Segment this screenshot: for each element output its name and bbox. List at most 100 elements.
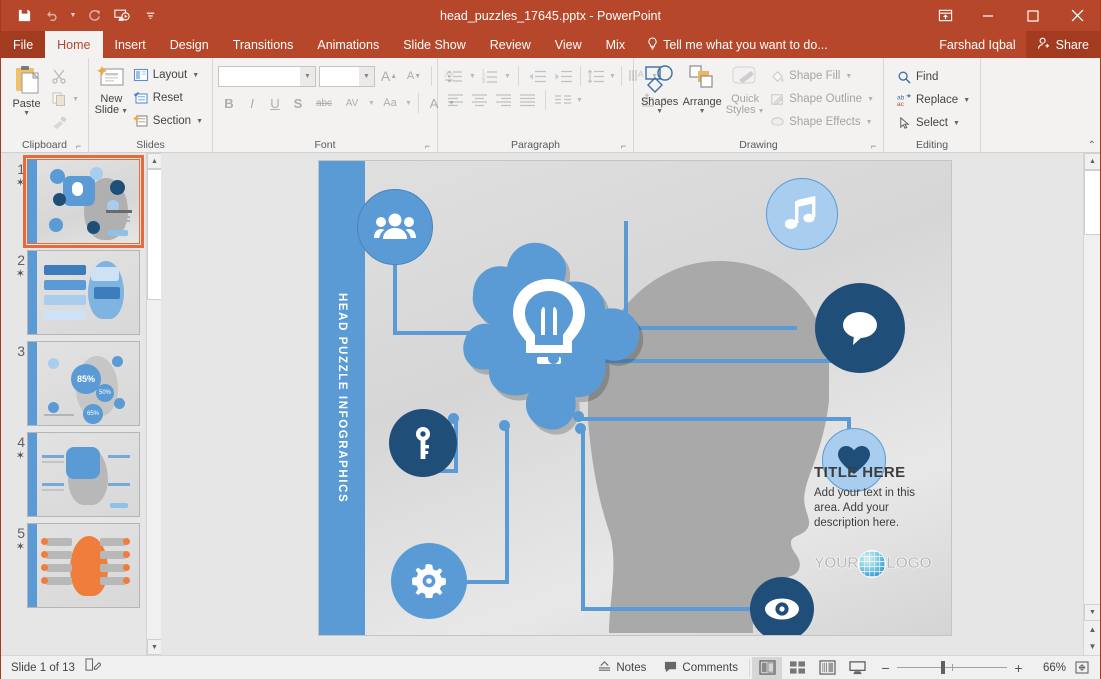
section-dropdown-icon[interactable]: ▼ bbox=[196, 118, 203, 125]
format-painter-button[interactable] bbox=[47, 111, 83, 133]
thumbnail-slide-2[interactable] bbox=[27, 250, 140, 335]
normal-view-button[interactable] bbox=[752, 657, 782, 679]
italic-button[interactable]: I bbox=[241, 92, 263, 114]
undo-dropdown-icon[interactable]: ▼ bbox=[67, 4, 79, 28]
decrease-indent-button[interactable] bbox=[524, 65, 550, 87]
redo-icon[interactable] bbox=[81, 4, 107, 28]
tab-view[interactable]: View bbox=[543, 31, 594, 58]
music-icon-node[interactable] bbox=[766, 178, 838, 250]
list-item[interactable]: 1 ✶ bbox=[1, 153, 161, 244]
minimize-button[interactable] bbox=[965, 0, 1010, 31]
find-button[interactable]: Find bbox=[893, 66, 974, 88]
heart-icon-node[interactable] bbox=[822, 428, 886, 492]
user-name[interactable]: Farshad Iqbal bbox=[929, 38, 1025, 52]
thumbnail-scrollbar[interactable]: ▲ ▼ bbox=[146, 153, 161, 655]
scrollbar-thumb[interactable] bbox=[1084, 170, 1100, 235]
cut-button[interactable] bbox=[47, 65, 83, 87]
animation-star-icon[interactable]: ✶ bbox=[7, 541, 25, 554]
zoom-slider-handle[interactable] bbox=[941, 661, 945, 674]
animation-star-icon[interactable]: ✶ bbox=[7, 177, 25, 190]
line-spacing-button[interactable] bbox=[585, 65, 607, 87]
reading-view-button[interactable] bbox=[812, 657, 842, 679]
text-shadow-button[interactable]: S bbox=[287, 92, 309, 114]
scroll-up-button[interactable]: ▲ bbox=[1084, 153, 1100, 170]
quick-styles-button[interactable]: Quick Styles ▼ bbox=[724, 62, 766, 116]
thumbnail-scroll-down-button[interactable]: ▼ bbox=[147, 639, 161, 655]
shape-effects-button[interactable]: Shape Effects ▼ bbox=[766, 111, 878, 133]
numbering-dropdown-icon[interactable]: ▼ bbox=[502, 65, 513, 87]
align-left-button[interactable] bbox=[443, 89, 467, 111]
tab-review[interactable]: Review bbox=[478, 31, 543, 58]
slide-description-text[interactable]: Add your text in this area. Add your des… bbox=[814, 486, 939, 531]
layout-button[interactable]: Layout ▼ bbox=[129, 64, 207, 86]
tab-animations[interactable]: Animations bbox=[305, 31, 391, 58]
previous-slide-button[interactable]: ▲ bbox=[1084, 621, 1100, 638]
arrange-button[interactable]: Arrange ▼ bbox=[680, 62, 724, 116]
list-item[interactable]: 5 ✶ bbox=[1, 517, 161, 608]
eye-icon-node[interactable] bbox=[750, 577, 814, 635]
thumbnail-slide-3[interactable]: 85% 50% 65% bbox=[27, 341, 140, 426]
shape-fill-dropdown-icon[interactable]: ▼ bbox=[845, 73, 852, 80]
key-icon-node[interactable] bbox=[389, 409, 457, 477]
replace-button[interactable]: abac Replace ▼ bbox=[893, 89, 974, 111]
new-slide-button[interactable]: New Slide ▼ bbox=[94, 62, 129, 116]
shapes-button[interactable]: Shapes ▼ bbox=[639, 62, 680, 116]
bold-button[interactable]: B bbox=[218, 92, 240, 114]
start-presentation-icon[interactable] bbox=[109, 4, 135, 28]
select-dropdown-icon[interactable]: ▼ bbox=[953, 120, 960, 127]
animation-star-icon[interactable]: ✶ bbox=[7, 450, 25, 463]
zoom-level-label[interactable]: 66% bbox=[1032, 662, 1066, 674]
strikethrough-button[interactable]: abc bbox=[310, 92, 338, 114]
arrange-dropdown-icon[interactable]: ▼ bbox=[699, 108, 706, 116]
canvas-scrollbar[interactable]: ▲ ▼ ▲ ▼ bbox=[1083, 153, 1100, 655]
ribbon-display-options-icon[interactable] bbox=[925, 0, 965, 31]
tab-file[interactable]: File bbox=[1, 31, 45, 58]
tab-slide-show[interactable]: Slide Show bbox=[391, 31, 478, 58]
copy-dropdown-icon[interactable]: ▼ bbox=[72, 96, 79, 103]
clipboard-dialog-launcher[interactable]: ⌐ bbox=[73, 141, 84, 152]
paste-button[interactable]: Paste ▼ bbox=[6, 62, 47, 118]
align-center-button[interactable] bbox=[467, 89, 491, 111]
zoom-slider[interactable] bbox=[897, 667, 1007, 668]
bullets-dropdown-icon[interactable]: ▼ bbox=[467, 65, 478, 87]
gear-icon-node[interactable] bbox=[391, 543, 467, 619]
font-dialog-launcher[interactable]: ⌐ bbox=[422, 141, 433, 152]
tab-insert[interactable]: Insert bbox=[103, 31, 158, 58]
slide-title-text[interactable]: TITLE HERE bbox=[814, 464, 906, 481]
columns-button[interactable] bbox=[552, 89, 574, 111]
replace-dropdown-icon[interactable]: ▼ bbox=[963, 97, 970, 104]
font-size-dropdown-icon[interactable]: ▼ bbox=[359, 67, 374, 86]
change-case-button[interactable]: Aa bbox=[378, 92, 402, 114]
scroll-down-button[interactable]: ▼ bbox=[1084, 604, 1100, 621]
maximize-button[interactable] bbox=[1010, 0, 1055, 31]
font-name-dropdown-icon[interactable]: ▼ bbox=[300, 67, 315, 86]
underline-button[interactable]: U bbox=[264, 92, 286, 114]
shape-outline-button[interactable]: Shape Outline ▼ bbox=[766, 88, 878, 110]
drawing-dialog-launcher[interactable]: ⌐ bbox=[868, 141, 879, 152]
increase-font-size-button[interactable]: A▲ bbox=[378, 65, 400, 87]
thumbnail-slide-4[interactable] bbox=[27, 432, 140, 517]
layout-dropdown-icon[interactable]: ▼ bbox=[192, 72, 199, 79]
zoom-out-button[interactable]: − bbox=[880, 660, 891, 676]
section-button[interactable]: Section ▼ bbox=[129, 110, 207, 132]
fit-to-window-button[interactable] bbox=[1070, 657, 1094, 679]
numbering-button[interactable]: 123 bbox=[478, 65, 502, 87]
tab-transitions[interactable]: Transitions bbox=[221, 31, 306, 58]
character-spacing-button[interactable]: AV bbox=[339, 92, 365, 114]
slide-indicator[interactable]: Slide 1 of 13 bbox=[11, 662, 75, 674]
character-spacing-dropdown-icon[interactable]: ▼ bbox=[366, 92, 377, 114]
tab-design[interactable]: Design bbox=[158, 31, 221, 58]
copy-button[interactable]: ▼ bbox=[47, 88, 83, 110]
list-item[interactable]: 2 ✶ bbox=[1, 244, 161, 335]
change-case-dropdown-icon[interactable]: ▼ bbox=[403, 92, 414, 114]
tab-mix[interactable]: Mix bbox=[594, 31, 637, 58]
list-item[interactable]: 4 ✶ bbox=[1, 426, 161, 517]
slide-editing-surface[interactable]: HEAD PUZZLE INFOGRAPHICS bbox=[319, 161, 951, 635]
columns-dropdown-icon[interactable]: ▼ bbox=[574, 89, 585, 111]
slide-sorter-view-button[interactable] bbox=[782, 657, 812, 679]
thumbnail-slide-1[interactable] bbox=[27, 159, 140, 244]
list-item[interactable]: 3 85% 50% 65% bbox=[1, 335, 161, 426]
notes-page-icon[interactable] bbox=[85, 658, 101, 677]
chat-icon-node[interactable] bbox=[815, 283, 905, 373]
font-name-combo[interactable]: ▼ bbox=[218, 66, 316, 87]
